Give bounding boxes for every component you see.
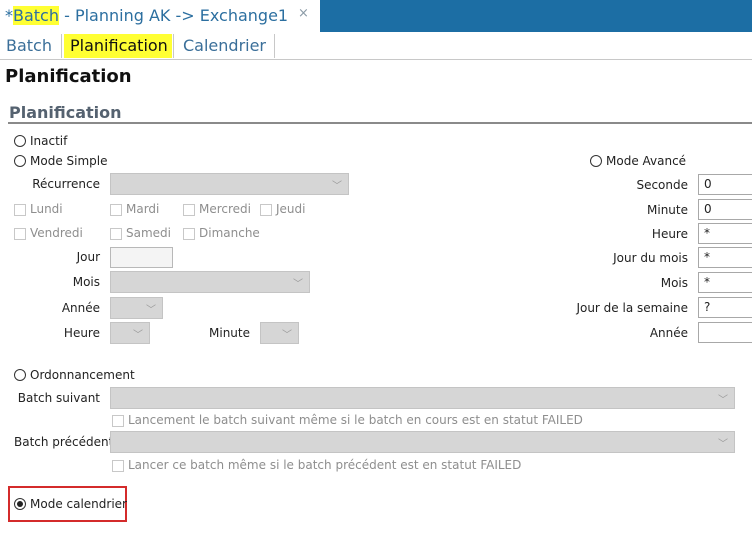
jeudi-checkbox[interactable] xyxy=(260,204,272,216)
section-divider xyxy=(8,122,752,124)
inactif-label: Inactif xyxy=(30,134,68,148)
chevron-down-icon: ﹀ xyxy=(332,181,342,192)
mois-select[interactable]: ﹀ xyxy=(110,271,310,293)
batch-precedent-select[interactable]: ﹀ xyxy=(110,431,735,453)
chevron-down-icon: ﹀ xyxy=(282,330,292,341)
lancer-precedent-label: Lancer ce batch même si le batch précéde… xyxy=(128,458,522,472)
mode-avance-radio[interactable] xyxy=(590,155,602,167)
annee-avance-label: Année xyxy=(649,326,688,340)
mardi-label: Mardi xyxy=(126,202,160,216)
lundi-label: Lundi xyxy=(30,202,63,216)
dimanche-label: Dimanche xyxy=(199,226,260,240)
vendredi-label: Vendredi xyxy=(30,226,83,240)
chevron-down-icon: ﹀ xyxy=(293,279,303,290)
heure-avance-label: Heure xyxy=(651,227,688,241)
heure-select[interactable]: ﹀ xyxy=(110,322,150,344)
annee-label: Année xyxy=(61,301,100,315)
inactif-radio[interactable] xyxy=(14,135,26,147)
seconde-label: Seconde xyxy=(636,178,688,192)
samedi-checkbox[interactable] xyxy=(110,228,122,240)
mois-label: Mois xyxy=(72,275,100,289)
heure-avance-input[interactable]: * xyxy=(698,223,752,244)
lundi-checkbox[interactable] xyxy=(14,204,26,216)
mode-calendrier-radio[interactable] xyxy=(14,498,26,510)
mercredi-checkbox[interactable] xyxy=(183,204,195,216)
jour-du-mois-label: Jour du mois xyxy=(613,251,688,265)
lancement-suivant-checkbox[interactable] xyxy=(112,415,124,427)
tab-planification[interactable]: Planification xyxy=(64,34,172,58)
dirty-marker: * xyxy=(5,6,13,25)
document-tab[interactable]: *Batch - Planning AK -> Exchange1 × xyxy=(0,0,320,32)
page-title: Planification xyxy=(5,66,132,87)
minute-select[interactable]: ﹀ xyxy=(260,322,299,344)
mois-avance-label: Mois xyxy=(660,276,688,290)
jour-input[interactable] xyxy=(110,247,173,268)
chevron-down-icon: ﹀ xyxy=(133,330,143,341)
mode-calendrier-label: Mode calendrier xyxy=(30,497,127,511)
tab-batch[interactable]: Batch xyxy=(0,34,62,58)
chevron-down-icon: ﹀ xyxy=(146,305,156,316)
batch-precedent-label: Batch précédent xyxy=(14,435,114,449)
minute-label: Minute xyxy=(209,326,250,340)
seconde-input[interactable]: 0 xyxy=(698,174,752,195)
mois-avance-input[interactable]: * xyxy=(698,272,752,293)
dimanche-checkbox[interactable] xyxy=(183,228,195,240)
mode-simple-radio[interactable] xyxy=(14,155,26,167)
chevron-down-icon: ﹀ xyxy=(718,395,728,406)
chevron-down-icon: ﹀ xyxy=(718,439,728,450)
mardi-checkbox[interactable] xyxy=(110,204,122,216)
jour-semaine-input[interactable]: ? xyxy=(698,297,752,318)
lancement-suivant-label: Lancement le batch suivant même si le ba… xyxy=(128,413,583,427)
document-tab-highlight: Batch xyxy=(13,6,59,25)
document-tab-name: - Planning AK -> Exchange1 xyxy=(59,6,289,25)
mercredi-label: Mercredi xyxy=(199,202,252,216)
annee-select[interactable]: ﹀ xyxy=(110,297,163,319)
jour-label: Jour xyxy=(76,250,100,264)
batch-suivant-select[interactable]: ﹀ xyxy=(110,387,735,409)
samedi-label: Samedi xyxy=(126,226,171,240)
recurrence-select[interactable]: ﹀ xyxy=(110,173,349,195)
close-icon[interactable]: × xyxy=(298,6,309,21)
mode-avance-label: Mode Avancé xyxy=(606,154,687,168)
jour-du-mois-input[interactable]: * xyxy=(698,247,752,268)
jour-semaine-label: Jour de la semaine xyxy=(576,301,688,315)
batch-suivant-label: Batch suivant xyxy=(17,391,100,405)
ordonnancement-label: Ordonnancement xyxy=(30,368,135,382)
minute-avance-label: Minute xyxy=(647,203,688,217)
minute-avance-input[interactable]: 0 xyxy=(698,199,752,220)
lancer-precedent-checkbox[interactable] xyxy=(112,460,124,472)
recurrence-label: Récurrence xyxy=(32,177,100,191)
heure-label: Heure xyxy=(63,326,100,340)
ordonnancement-radio[interactable] xyxy=(14,369,26,381)
tab-calendrier[interactable]: Calendrier xyxy=(173,34,275,58)
vendredi-checkbox[interactable] xyxy=(14,228,26,240)
section-title: Planification xyxy=(9,103,122,122)
jeudi-label: Jeudi xyxy=(276,202,306,216)
annee-avance-input[interactable] xyxy=(698,322,752,343)
mode-simple-label: Mode Simple xyxy=(30,154,108,168)
document-tab-title: *Batch - Planning AK -> Exchange1 xyxy=(5,6,288,25)
